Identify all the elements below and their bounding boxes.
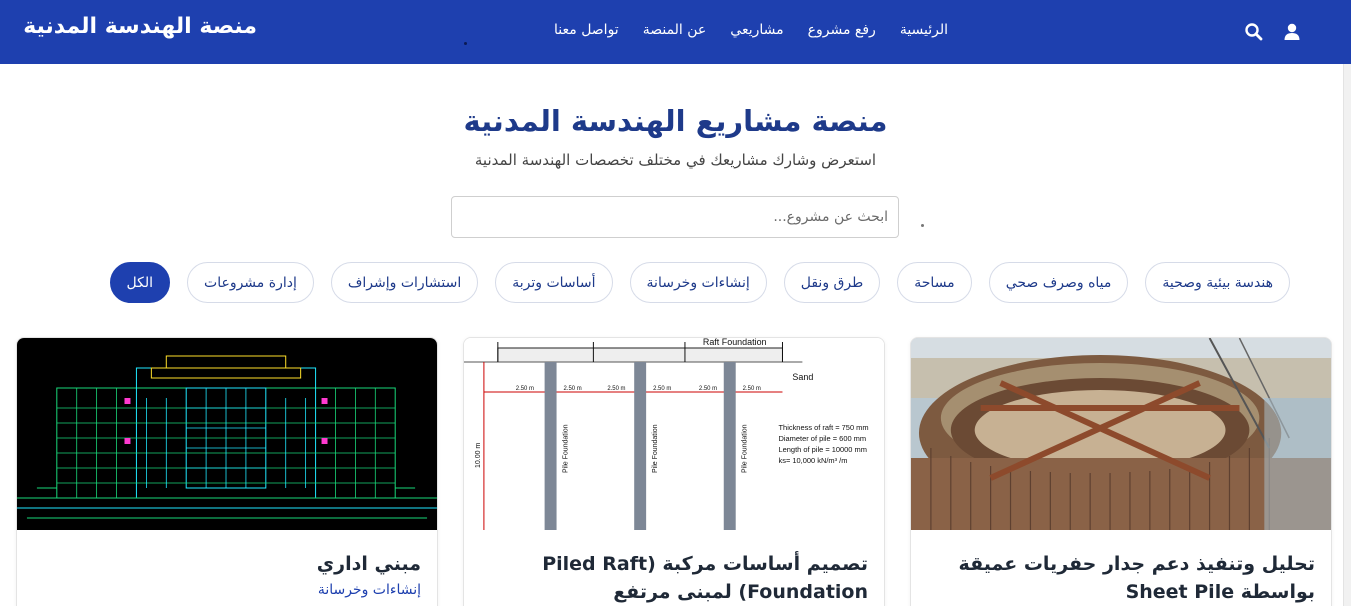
drawing-label-raft: Raft Foundation (703, 338, 767, 347)
spacing-label: 2.50 m (564, 386, 582, 392)
card-body: تصميم أساسات مركبة (Piled Raft Foundatio… (464, 530, 884, 606)
project-card[interactable]: مبني اداري إنشاءات وخرسانة (16, 337, 438, 606)
page-title: منصة مشاريع الهندسة المدنية (463, 104, 888, 138)
card-title[interactable]: مبني اداري (33, 550, 421, 578)
nav-link-my-projects[interactable]: مشاريعي (730, 22, 783, 38)
nav-links: الرئيسية رفع مشروع مشاريعي عن المنصة توا… (554, 22, 948, 38)
nav-link-home[interactable]: الرئيسية (900, 22, 948, 38)
search-dot (921, 224, 924, 227)
project-card[interactable]: Raft Foundation Sand 2.50 m 2.50 m 2.50 … (463, 337, 885, 606)
spec-thickness: Thickness of raft = 750 mm (779, 423, 869, 432)
nav-link-contact[interactable]: تواصل معنا (554, 22, 619, 38)
filter-roads-transport[interactable]: طرق ونقل (783, 262, 881, 303)
page-scrollbar[interactable] (1343, 64, 1351, 606)
drawing-label-sand: Sand (792, 372, 813, 382)
spec-ks: ks= 10,000 kN/m³ /m (779, 456, 848, 465)
filter-foundations-soil[interactable]: أساسات وتربة (495, 262, 613, 303)
spacing-label: 2.50 m (699, 386, 717, 392)
card-category[interactable]: إنشاءات وخرسانة (33, 582, 421, 598)
depth-label: 10.00 m (475, 443, 482, 468)
card-body: تحليل وتنفيذ دعم جدار حفريات عميقة بواسط… (911, 530, 1331, 606)
pile-label: Pile Foundation (742, 424, 749, 473)
brand-logo[interactable]: منصة الهندسة المدنية (23, 14, 257, 39)
nav-link-upload[interactable]: رفع مشروع (808, 22, 876, 38)
filter-environmental[interactable]: هندسة بيئية وصحية (1145, 262, 1290, 303)
project-card[interactable]: تحليل وتنفيذ دعم جدار حفريات عميقة بواسط… (910, 337, 1332, 606)
user-icon[interactable] (1282, 22, 1302, 42)
pile-label: Pile Foundation (563, 424, 570, 473)
spacing-label: 2.50 m (743, 386, 761, 392)
project-image-admin-building (17, 338, 437, 530)
spec-length: Length of pile = 10000 mm (779, 445, 867, 454)
filter-surveying[interactable]: مساحة (897, 262, 972, 303)
spacing-label: 2.50 m (516, 386, 534, 392)
search-input[interactable] (451, 196, 899, 238)
filter-water-sewage[interactable]: مياه وصرف صحي (988, 262, 1129, 303)
filter-project-management[interactable]: إدارة مشروعات (187, 262, 314, 303)
nav-icons (1244, 22, 1302, 42)
card-body: مبني اداري إنشاءات وخرسانة (17, 530, 437, 598)
top-navbar: منصة الهندسة المدنية الرئيسية رفع مشروع … (0, 0, 1351, 64)
category-filters: هندسة بيئية وصحية مياه وصرف صحي مساحة طر… (60, 262, 1290, 303)
filter-structures-concrete[interactable]: إنشاءات وخرسانة (629, 262, 767, 303)
project-image-piled-raft: Raft Foundation Sand 2.50 m 2.50 m 2.50 … (464, 338, 884, 530)
card-title[interactable]: تصميم أساسات مركبة (Piled Raft Foundatio… (480, 550, 868, 606)
filter-all[interactable]: الكل (109, 262, 171, 303)
card-title[interactable]: تحليل وتنفيذ دعم جدار حفريات عميقة بواسط… (927, 550, 1315, 606)
project-image-sheet-pile (911, 338, 1331, 530)
pile-label: Pile Foundation (652, 424, 659, 473)
page-subtitle: استعرض وشارك مشاريعك في مختلف تخصصات اله… (474, 151, 877, 169)
spacing-label: 2.50 m (607, 386, 625, 392)
nav-dot (464, 42, 467, 45)
filter-consulting-supervision[interactable]: استشارات وإشراف (330, 262, 479, 303)
nav-link-about[interactable]: عن المنصة (643, 22, 707, 38)
spacing-label: 2.50 m (653, 386, 671, 392)
search-icon[interactable] (1244, 22, 1264, 42)
spec-diameter: Diameter of pile = 600 mm (779, 434, 867, 443)
